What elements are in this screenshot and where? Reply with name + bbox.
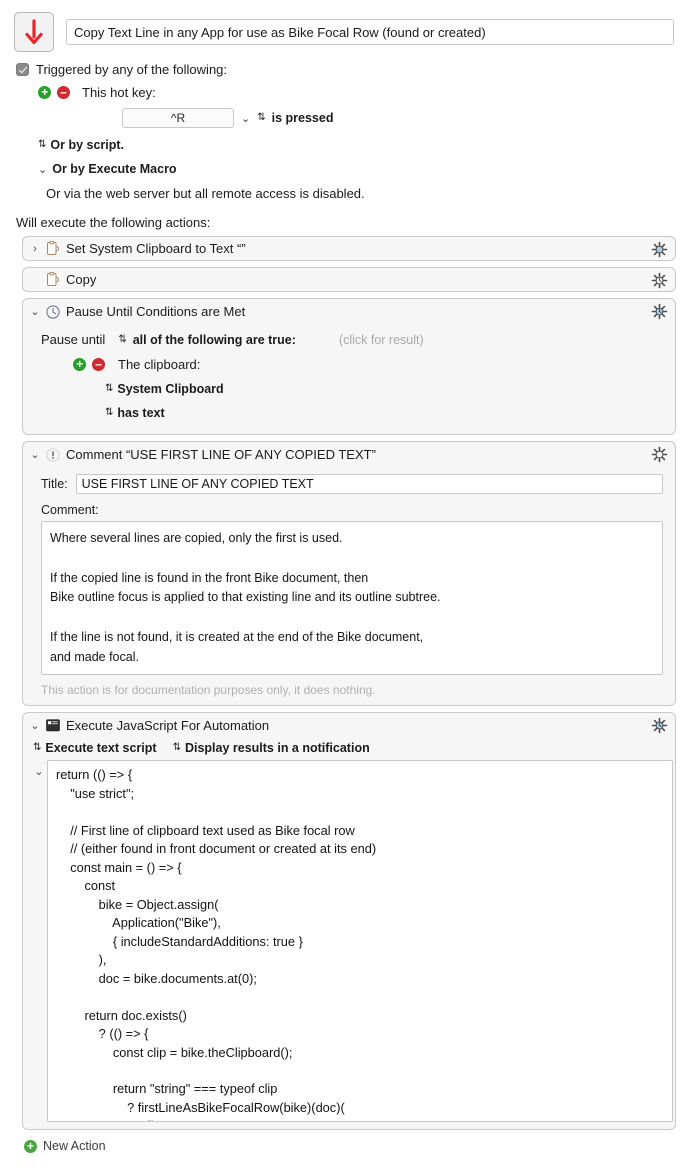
action-row-set-clipboard[interactable]: › Set System Clipboard to Text “” [22, 236, 676, 261]
add-condition-button[interactable] [73, 358, 86, 371]
exclamation-icon [46, 447, 60, 462]
triggered-by-row[interactable]: Triggered by any of the following: [16, 62, 676, 77]
script-source-popup[interactable]: ⇅ Execute text script [33, 741, 157, 755]
triggered-by-label: Triggered by any of the following: [36, 62, 228, 77]
clipboard-source-label: System Clipboard [117, 382, 224, 396]
clipboard-test-label: has text [117, 406, 165, 420]
triggered-by-checkbox[interactable] [16, 63, 29, 76]
comment-title-label: Title: [41, 477, 68, 491]
comment-footer-note: This action is for documentation purpose… [41, 683, 376, 698]
actions-intro: Will execute the following actions: [16, 215, 211, 230]
condition-mode-label[interactable]: all of the following are true: [133, 333, 296, 347]
action-header[interactable]: Copy [23, 268, 675, 291]
or-by-execute-macro-row[interactable]: ⌄ Or by Execute Macro [38, 162, 676, 176]
disclosure-triangle-icon[interactable]: ⌄ [30, 305, 40, 318]
or-by-script-stepper-icon[interactable]: ⇅ [38, 140, 46, 150]
comment-body: Title: USE FIRST LINE OF ANY COPIED TEXT… [23, 467, 675, 705]
hotkey-trigger-row: This hot key: [38, 85, 676, 100]
gear-icon[interactable] [651, 446, 668, 463]
trigger-block: Triggered by any of the following: This … [0, 52, 690, 230]
action-row-comment[interactable]: ⌄ Comment “USE FIRST LINE OF ANY COPIED … [22, 441, 676, 707]
clipboard-condition-row: The clipboard: [73, 357, 665, 372]
add-trigger-button[interactable] [38, 86, 51, 99]
action-row-execute-jxa[interactable]: ⌄ Execute JavaScript For Automation ⇅ Ex… [22, 712, 676, 1131]
or-by-script-label: Or by script. [50, 138, 125, 152]
condition-mode-stepper-icon[interactable]: ⇅ [118, 334, 126, 345]
script-disclosure-triangle-icon[interactable]: ⌄ [31, 760, 47, 1122]
disclosure-triangle-icon[interactable]: ⌄ [30, 448, 40, 461]
hotkey-condition-label: is pressed [271, 111, 334, 125]
script-source-label: Execute text script [45, 741, 157, 756]
clipboard-condition-label: The clipboard: [118, 357, 201, 372]
action-header[interactable]: ⌄ Pause Until Conditions are Met [23, 299, 675, 324]
script-monitor-icon [46, 719, 60, 732]
hotkey-condition-stepper-icon[interactable]: ⇅ [257, 113, 265, 123]
gear-clock-icon[interactable] [651, 717, 668, 734]
script-result-popup[interactable]: ⇅ Display results in a notification [173, 741, 370, 755]
disclosure-triangle-icon[interactable]: ⌄ [30, 719, 40, 732]
macro-header: Copy Text Line in any App for use as Bik… [0, 0, 690, 52]
hotkey-value: ^R [170, 111, 186, 125]
or-by-execute-macro-label: Or by Execute Macro [52, 162, 177, 176]
pause-condition-row: Pause until ⇅ all of the following are t… [41, 332, 665, 347]
macro-icon-well[interactable] [14, 12, 54, 52]
script-result-stepper-icon[interactable]: ⇅ [173, 743, 181, 753]
or-by-script-row[interactable]: ⇅ Or by script. [38, 138, 676, 152]
macro-name-field[interactable]: Copy Text Line in any App for use as Bik… [66, 19, 674, 45]
script-body: ⇅ Execute text script ⇅ Display results … [23, 741, 675, 1123]
remove-condition-button[interactable] [92, 358, 105, 371]
action-title: Set System Clipboard to Text “” [66, 241, 246, 256]
macro-name-value: Copy Text Line in any App for use as Bik… [74, 24, 486, 40]
remove-trigger-button[interactable] [57, 86, 70, 99]
pause-body: Pause until ⇅ all of the following are t… [23, 324, 675, 434]
clipboard-source-stepper-icon[interactable]: ⇅ [105, 384, 113, 394]
hotkey-chevron-down-icon[interactable]: ⌄ [241, 112, 250, 125]
comment-field-label: Comment: [41, 503, 99, 517]
clipboard-test-stepper-icon[interactable]: ⇅ [105, 408, 113, 418]
script-result-label: Display results in a notification [184, 741, 370, 756]
plus-circle-icon [24, 1139, 37, 1153]
gear-icon[interactable] [651, 241, 668, 258]
actions-list: › Set System Clipboard to Text “” Copy ⌄… [0, 236, 690, 1131]
action-row-copy[interactable]: Copy [22, 267, 676, 292]
pause-until-label: Pause until [41, 332, 106, 347]
clipboard-icon [47, 272, 60, 286]
comment-title-value: USE FIRST LINE OF ANY COPIED TEXT [81, 477, 314, 491]
clipboard-icon [47, 241, 60, 255]
hotkey-input[interactable]: ^R [122, 108, 234, 128]
new-action-button[interactable]: New Action [24, 1139, 690, 1153]
gear-clock-icon[interactable] [651, 303, 668, 320]
action-title: Copy [66, 272, 97, 287]
comment-title-row: Title: USE FIRST LINE OF ANY COPIED TEXT [41, 474, 665, 494]
action-header[interactable]: ⌄ Execute JavaScript For Automation [23, 713, 675, 738]
comment-textarea[interactable]: Where several lines are copied, only the… [41, 521, 663, 676]
action-title: Comment “USE FIRST LINE OF ANY COPIED TE… [66, 447, 376, 462]
script-options-row: ⇅ Execute text script ⇅ Display results … [33, 741, 675, 755]
action-header[interactable]: › Set System Clipboard to Text “” [23, 237, 675, 260]
web-server-note: Or via the web server but all remote acc… [46, 186, 365, 201]
action-title: Execute JavaScript For Automation [66, 718, 270, 734]
action-header[interactable]: ⌄ Comment “USE FIRST LINE OF ANY COPIED … [23, 442, 675, 467]
action-title: Pause Until Conditions are Met [66, 304, 246, 319]
gear-clock-icon[interactable] [651, 272, 668, 289]
script-editor-wrap: ⌄ return (() => { "use strict"; // First… [31, 760, 673, 1123]
click-for-result-link[interactable]: (click for result) [339, 333, 424, 347]
action-row-pause-until[interactable]: ⌄ Pause Until Conditions are Met Pause u… [22, 298, 676, 435]
clipboard-source-row[interactable]: ⇅ System Clipboard [105, 382, 665, 396]
disclosure-triangle-icon[interactable]: › [30, 243, 40, 255]
or-by-execute-macro-chevron-down-icon[interactable]: ⌄ [38, 163, 47, 176]
clock-icon [46, 304, 60, 319]
script-textarea[interactable]: return (() => { "use strict"; // First l… [47, 760, 673, 1123]
hotkey-trigger-label: This hot key: [82, 85, 156, 100]
comment-title-input[interactable]: USE FIRST LINE OF ANY COPIED TEXT [75, 474, 663, 494]
new-action-label: New Action [43, 1139, 106, 1154]
clipboard-test-row[interactable]: ⇅ has text [105, 406, 665, 420]
script-source-stepper-icon[interactable]: ⇅ [33, 743, 41, 753]
hotkey-field-row: ^R ⌄ ⇅ is pressed [122, 108, 676, 128]
red-down-arrow-icon [25, 19, 43, 45]
